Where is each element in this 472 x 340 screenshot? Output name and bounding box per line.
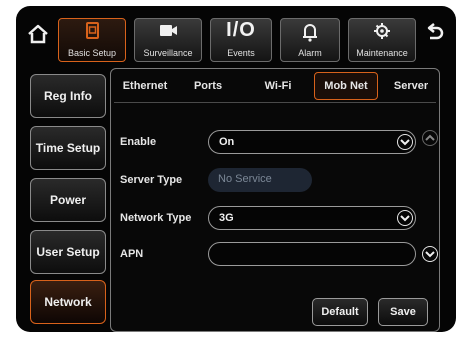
tab-label: Surveillance bbox=[143, 48, 193, 58]
nav-reg-info[interactable]: Reg Info bbox=[30, 74, 106, 118]
nav-user-setup[interactable]: User Setup bbox=[30, 230, 106, 274]
divider bbox=[114, 102, 436, 103]
subtab-label: Ethernet bbox=[122, 80, 168, 92]
subtab-label: Wi-Fi bbox=[264, 80, 292, 92]
server-type-field: No Service bbox=[208, 168, 312, 192]
default-button-label: Default bbox=[321, 306, 359, 318]
enable-select[interactable]: On bbox=[208, 130, 416, 154]
bell-icon bbox=[297, 21, 323, 43]
back-icon[interactable] bbox=[422, 22, 446, 46]
save-button-label: Save bbox=[390, 306, 416, 318]
top-bar: Basic Setup Surveillance I/O Events Alar… bbox=[16, 6, 456, 66]
network-type-label: Network Type bbox=[120, 212, 192, 224]
nav-power[interactable]: Power bbox=[30, 178, 106, 222]
tab-alarm[interactable]: Alarm bbox=[280, 18, 340, 62]
subtab-label: Ports bbox=[193, 80, 223, 92]
nav-label: Reg Info bbox=[44, 89, 92, 103]
save-button[interactable]: Save bbox=[378, 298, 428, 326]
camera-icon bbox=[155, 21, 181, 43]
default-button[interactable]: Default bbox=[312, 298, 368, 326]
chevron-down-icon[interactable] bbox=[397, 210, 413, 226]
enable-value: On bbox=[219, 136, 235, 148]
subtab-ports[interactable]: Ports bbox=[184, 72, 232, 100]
nav-time-setup[interactable]: Time Setup bbox=[30, 126, 106, 170]
nav-network[interactable]: Network bbox=[30, 280, 106, 324]
home-icon[interactable] bbox=[26, 22, 50, 46]
apn-label: APN bbox=[120, 248, 144, 260]
subtab-label: Mob Net bbox=[324, 80, 368, 92]
chevron-down-icon[interactable] bbox=[397, 134, 413, 150]
subtab-ethernet[interactable]: Ethernet bbox=[114, 72, 176, 100]
apn-input[interactable] bbox=[208, 242, 416, 266]
subtab-wifi[interactable]: Wi-Fi bbox=[250, 72, 306, 100]
network-type-select[interactable]: 3G bbox=[208, 206, 416, 230]
tab-events[interactable]: I/O Events bbox=[210, 18, 272, 62]
subtab-label: Server bbox=[393, 80, 429, 92]
chevron-up-icon[interactable] bbox=[422, 130, 438, 146]
sub-tab-bar: Ethernet Ports Wi-Fi Mob Net Server bbox=[114, 72, 438, 100]
tab-basic-setup[interactable]: Basic Setup bbox=[58, 18, 126, 62]
tab-maintenance[interactable]: Maintenance bbox=[348, 18, 416, 62]
enable-label: Enable bbox=[120, 136, 157, 148]
nav-label: Power bbox=[49, 193, 86, 207]
tab-label: Maintenance bbox=[356, 48, 408, 58]
subtab-mob-net[interactable]: Mob Net bbox=[314, 72, 378, 100]
server-type-value: No Service bbox=[218, 173, 272, 185]
document-icon bbox=[79, 21, 105, 43]
tab-label: Basic Setup bbox=[67, 48, 117, 58]
server-type-label: Server Type bbox=[120, 174, 183, 186]
network-type-value: 3G bbox=[219, 212, 234, 224]
nav-label: Network bbox=[44, 295, 92, 309]
settings-panel bbox=[110, 68, 440, 332]
tab-surveillance[interactable]: Surveillance bbox=[134, 18, 202, 62]
dvr-screen: Basic Setup Surveillance I/O Events Alar… bbox=[16, 6, 456, 332]
tab-label: Events bbox=[227, 48, 255, 58]
settings-icon bbox=[369, 21, 395, 43]
subtab-server[interactable]: Server bbox=[384, 72, 438, 100]
nav-label: User Setup bbox=[36, 245, 100, 259]
tab-label: Alarm bbox=[298, 48, 322, 58]
io-icon: I/O bbox=[226, 19, 256, 41]
chevron-down-icon[interactable] bbox=[422, 246, 438, 262]
nav-label: Time Setup bbox=[35, 141, 101, 155]
